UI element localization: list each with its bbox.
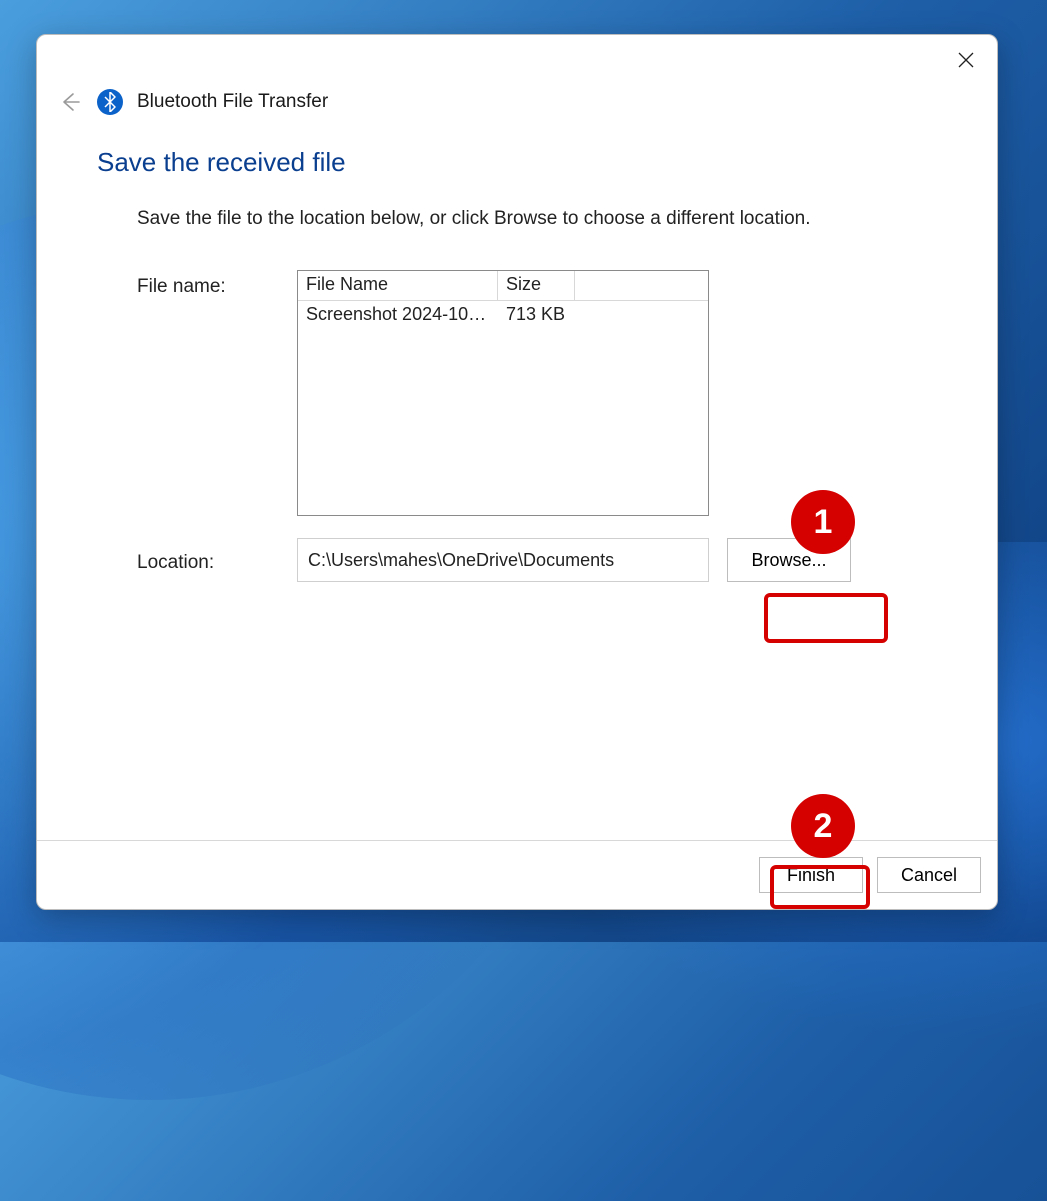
table-header: File Name Size xyxy=(298,271,708,301)
file-list-table[interactable]: File Name Size Screenshot 2024-10-1... 7… xyxy=(297,270,709,516)
cancel-button[interactable]: Cancel xyxy=(877,857,981,893)
wizard-title: Bluetooth File Transfer xyxy=(137,91,328,113)
bluetooth-transfer-dialog: Bluetooth File Transfer Save the receive… xyxy=(36,34,998,910)
cell-file-name: Screenshot 2024-10-1... xyxy=(298,301,498,331)
finish-button[interactable]: Finish xyxy=(759,857,863,893)
column-size[interactable]: Size xyxy=(498,271,575,301)
dialog-footer: Finish Cancel xyxy=(37,840,997,909)
column-file-name[interactable]: File Name xyxy=(298,271,498,301)
close-icon xyxy=(958,52,974,68)
column-extra xyxy=(575,271,708,301)
location-label: Location: xyxy=(137,546,297,574)
instruction-text: Save the file to the location below, or … xyxy=(137,208,937,230)
browse-button[interactable]: Browse... xyxy=(727,538,851,582)
page-heading: Save the received file xyxy=(97,147,937,178)
table-row[interactable]: Screenshot 2024-10-1... 713 KB xyxy=(298,301,708,331)
bluetooth-icon xyxy=(97,89,123,115)
arrow-left-icon xyxy=(59,91,81,113)
back-button xyxy=(57,89,83,115)
close-button[interactable] xyxy=(953,47,979,73)
filename-label: File name: xyxy=(137,270,297,298)
location-input[interactable] xyxy=(297,538,709,582)
cell-file-size: 713 KB xyxy=(498,301,628,331)
